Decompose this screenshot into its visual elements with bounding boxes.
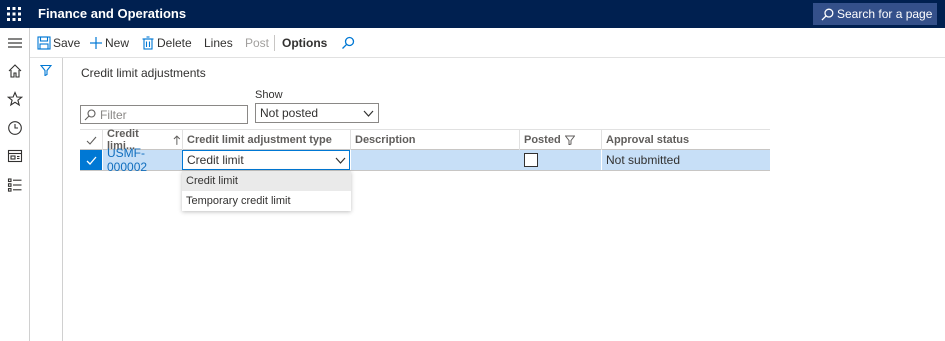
navigation-rail [0,28,30,341]
top-nav-bar: Finance and Operations Search for a page [0,0,945,28]
show-label: Show [255,89,283,101]
new-button[interactable]: New [89,28,129,58]
filter-pane-toggle[interactable] [30,58,63,341]
search-icon [821,8,834,21]
options-button[interactable]: Options [282,28,327,58]
adjustment-type-combobox[interactable]: Credit limit [182,150,350,170]
show-select[interactable]: Not posted [255,103,379,123]
waffle-icon[interactable] [0,0,28,28]
show-value: Not posted [260,106,319,120]
filter-icon [40,64,52,76]
search-icon [342,36,355,49]
column-header-adjustment-type[interactable]: Credit limit adjustment type [182,130,350,150]
posted-checkbox[interactable] [524,153,538,167]
sort-up-icon [173,135,181,145]
column-header-label: Posted [524,134,561,146]
column-header-label: Credit limit adjustment type [187,134,332,146]
list-icon[interactable] [6,176,24,194]
save-button[interactable]: Save [37,28,80,58]
content-area: Credit limit adjustments Filter Show Not… [63,58,945,341]
grid-header: Credit limi... Credit limit adjustment t… [80,128,770,152]
search-for-page-button[interactable]: Search for a page [813,3,937,25]
row-select-checkbox[interactable] [80,150,102,170]
options-label: Options [282,36,328,50]
table-row[interactable]: USMF-000002 Credit limit Not submitted [80,146,770,174]
chevron-down-icon [335,157,346,164]
delete-label: Delete [157,36,192,50]
trash-icon [142,36,154,50]
column-header-approval-status[interactable]: Approval status [601,130,770,150]
select-all-checkbox[interactable] [80,130,102,150]
save-label: Save [53,36,81,50]
app-title[interactable]: Finance and Operations [38,6,186,21]
checkmark-icon [86,136,96,145]
dropdown-option-temporary-credit-limit[interactable]: Temporary credit limit [182,191,351,211]
column-header-label: Description [355,134,416,146]
filter-icon [564,135,575,145]
approval-status-cell: Not submitted [601,150,770,170]
column-header-label: Approval status [606,134,690,146]
filter-placeholder: Filter [100,107,127,122]
lines-button[interactable]: Lines [204,28,233,58]
adjustment-type-dropdown-list: Credit limit Temporary credit limit [182,171,351,211]
delete-button[interactable]: Delete [141,28,192,58]
dropdown-option-credit-limit[interactable]: Credit limit [182,171,351,191]
hamburger-icon[interactable] [6,34,24,52]
checkmark-icon [86,156,96,165]
action-pane: Save New Delete Lines Post Options [30,28,945,58]
credit-limit-id-link[interactable]: USMF-000002 [102,146,182,174]
clock-icon[interactable] [6,119,24,137]
star-icon[interactable] [6,90,24,108]
column-header-posted[interactable]: Posted [519,130,601,150]
adjustment-type-value: Credit limit [187,153,244,167]
page-title: Credit limit adjustments [81,66,206,80]
workspace-icon[interactable] [6,147,24,165]
description-cell[interactable] [350,150,519,170]
toolbar-separator [274,35,275,51]
save-icon [37,36,51,50]
chevron-down-icon [363,110,374,117]
toolbar-search-button[interactable] [341,28,357,58]
new-label: New [105,36,130,50]
post-button[interactable]: Post [245,28,269,58]
search-icon [84,108,96,120]
post-label: Post [245,36,270,50]
lines-label: Lines [204,36,233,50]
search-for-page-label: Search for a page [837,7,933,21]
plus-icon [90,37,102,49]
column-header-description[interactable]: Description [350,130,519,150]
credit-limit-grid: Credit limi... Credit limit adjustment t… [80,128,770,211]
home-icon[interactable] [6,62,24,80]
filter-input[interactable]: Filter [80,105,248,124]
